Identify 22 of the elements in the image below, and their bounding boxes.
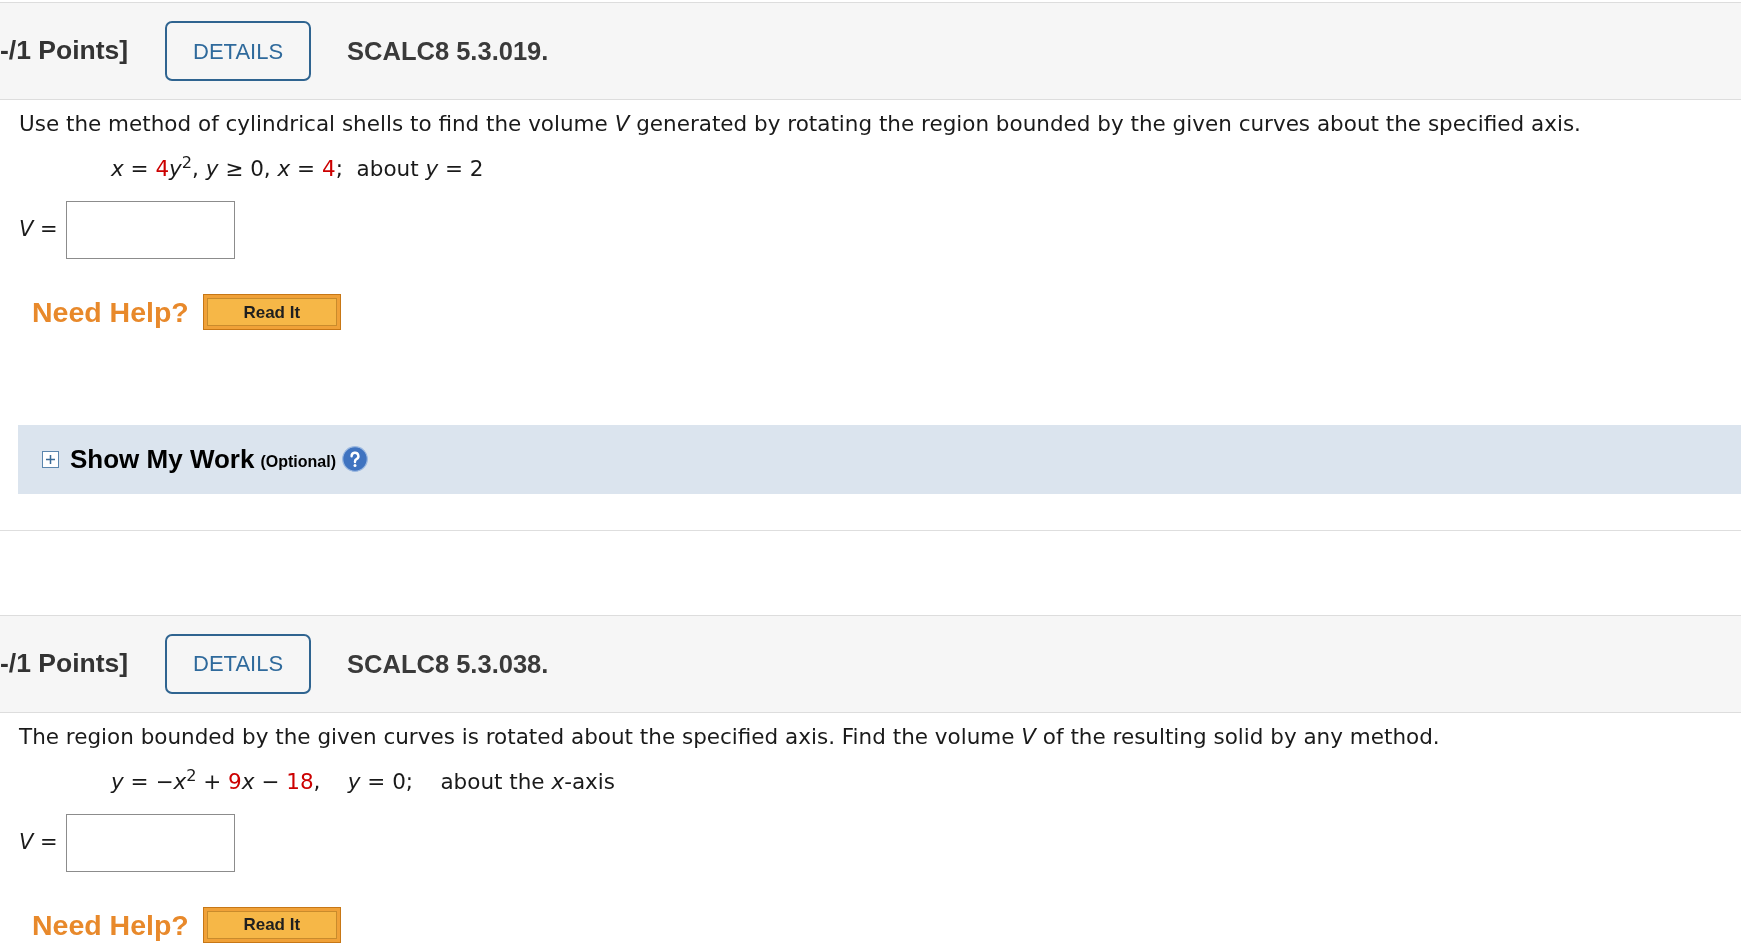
help-icon[interactable]: [342, 446, 368, 473]
points-label: -/1 Points]: [0, 34, 129, 68]
equation-text: y = −x$^{2}$ + 9x − 18, y = 0; about the x-axis: [111, 768, 615, 795]
answer-label: V =: [19, 829, 59, 856]
points-label: -/1 Points]: [0, 646, 129, 680]
answer-label: V =: [19, 216, 59, 244]
section-title: Show My Work: [70, 442, 255, 476]
question-text: Use the method of cylindrical shells to find the volume V generated by rotating the region bounded by the given curves about the specified axis.: [19, 111, 1581, 137]
details-button[interactable]: DETAILS: [165, 633, 312, 694]
details-button[interactable]: DETAILS: [165, 21, 312, 81]
answer-input[interactable]: [66, 201, 235, 259]
optional-note: (Optional): [260, 452, 336, 473]
answer-input[interactable]: [66, 813, 235, 872]
equation-text: x = 4y$^{2}$, y ≥ 0, x = 4; about y = 2: [111, 156, 484, 182]
question-text: The region bounded by the given curves is rotated about the specified axis. Find the volume V of the resulting solid by any method.: [19, 723, 1440, 750]
problem-code: SCALC8 5.3.019.: [347, 35, 549, 67]
help-button[interactable]: Read It: [202, 907, 341, 944]
need-help-label: Need Help?: [32, 295, 189, 330]
help-button[interactable]: Read It: [202, 294, 341, 331]
need-help-label: Need Help?: [32, 907, 189, 943]
plus-icon[interactable]: [42, 450, 59, 468]
problem-code: SCALC8 5.3.038.: [347, 648, 549, 680]
